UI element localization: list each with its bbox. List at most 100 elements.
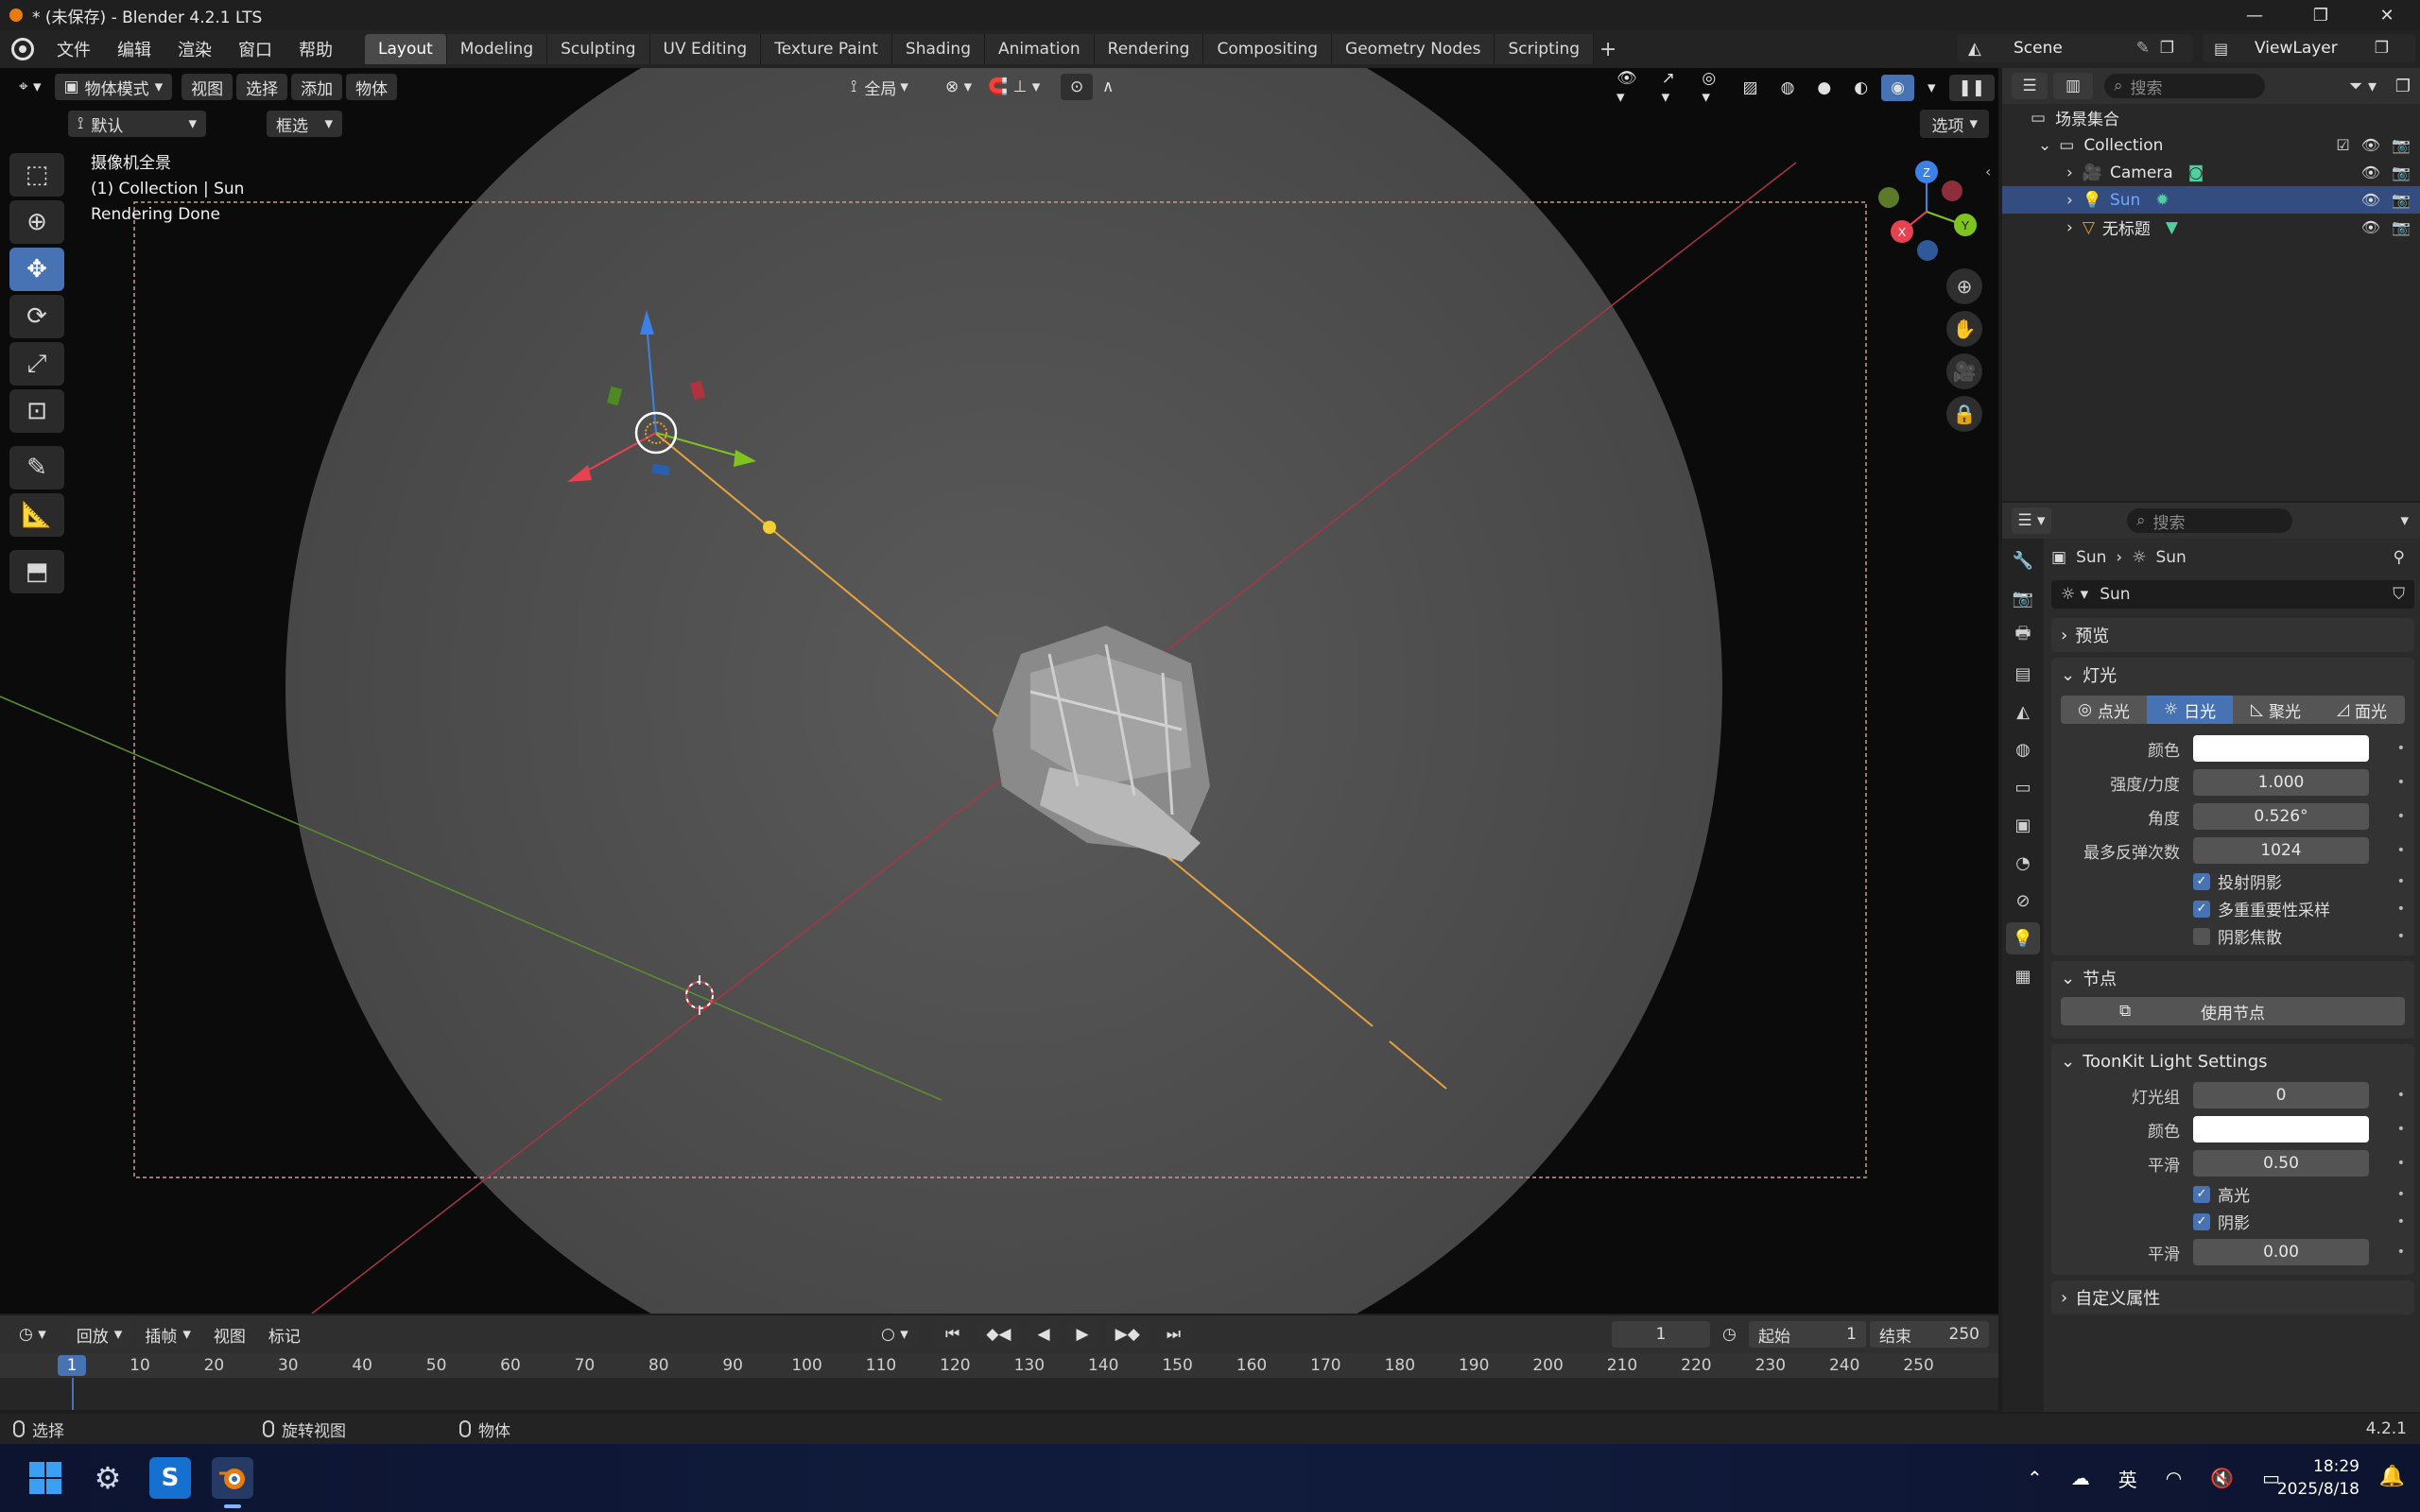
scene-selector[interactable]: ◭ Scene ✎ ❐: [1957, 34, 2193, 62]
minimize-button[interactable]: —: [2221, 0, 2288, 30]
keyframe-dot-icon[interactable]: •: [2397, 775, 2405, 790]
menu-window[interactable]: 窗口: [225, 37, 285, 61]
light-angle-field[interactable]: 0.526°: [2193, 803, 2369, 830]
light-color-field[interactable]: [2193, 735, 2369, 762]
view-layer-tab-icon[interactable]: ▤: [2006, 658, 2040, 690]
select-mode-selector[interactable]: 框选 ▾: [267, 111, 342, 137]
sun-target-handle[interactable]: [763, 521, 776, 534]
nodes-panel-header[interactable]: ⌄ 节点: [2051, 961, 2414, 995]
orientation-selector[interactable]: ⟟ 默认 ▾: [68, 111, 206, 137]
keying-menu[interactable]: 插帧 ▾: [135, 1321, 200, 1348]
add-workspace-button[interactable]: +: [1594, 34, 1622, 64]
tab-rendering[interactable]: Rendering: [1094, 34, 1204, 64]
new-viewlayer-icon[interactable]: ❐: [2375, 39, 2389, 58]
gizmo-toggle-icon[interactable]: ↗ ▾: [1652, 69, 1689, 107]
menu-help[interactable]: 帮助: [285, 37, 346, 61]
tab-scripting[interactable]: Scripting: [1495, 34, 1595, 64]
properties-search[interactable]: ⌕ 搜索: [2127, 508, 2292, 533]
blender-menu-icon[interactable]: [11, 38, 34, 60]
scene-tab-icon[interactable]: ◭: [2006, 696, 2040, 728]
eye-icon[interactable]: 👁: [2361, 136, 2380, 154]
annotate-tool-icon[interactable]: ✎: [9, 446, 64, 490]
max-bounces-field[interactable]: 1024: [2193, 837, 2369, 864]
cast-shadow-checkbox[interactable]: ✓ 投射阴影 •: [2051, 868, 2414, 895]
options-button[interactable]: 选项 ▾: [1920, 110, 1989, 138]
jump-end-icon[interactable]: ⏭: [1156, 1321, 1191, 1348]
maximize-button[interactable]: ❐: [2288, 0, 2354, 30]
system-clock[interactable]: 18:29 2025/8/18: [2277, 1455, 2360, 1501]
outliner-editor-icon[interactable]: ☰: [2012, 73, 2048, 99]
outliner-search[interactable]: ⌕ 搜索: [2104, 74, 2265, 98]
current-frame-field[interactable]: 1: [1612, 1321, 1710, 1348]
keyframe-dot-icon[interactable]: •: [2397, 874, 2405, 889]
end-frame-field[interactable]: 结束 250: [1870, 1321, 1989, 1348]
tab-modeling[interactable]: Modeling: [446, 34, 548, 64]
snap-icon[interactable]: 🧲 ⊥ ▾: [978, 74, 1049, 100]
xray-icon[interactable]: ▨: [1734, 75, 1768, 101]
keyframe-dot-icon[interactable]: •: [2397, 809, 2405, 824]
notification-bell-icon[interactable]: 🔔: [2379, 1465, 2405, 1488]
texture-tab-icon[interactable]: ▦: [2006, 960, 2040, 992]
highlight-checkbox[interactable]: ✓ 高光 •: [2051, 1180, 2414, 1208]
output-tab-icon[interactable]: 🖶: [2006, 620, 2040, 652]
render-camera-icon[interactable]: 📷: [2392, 163, 2411, 181]
render-tab-icon[interactable]: 📷: [2006, 582, 2040, 614]
use-nodes-button[interactable]: ⧉ 使用节点: [2061, 997, 2405, 1025]
shading-rendered-icon[interactable]: ◉: [1881, 75, 1914, 101]
pin-icon[interactable]: ✎: [2136, 39, 2150, 58]
pause-render-icon[interactable]: ❚❚: [1948, 75, 1995, 101]
mode-selector[interactable]: ▣ 物体模式 ▾: [54, 74, 173, 100]
menu-add[interactable]: 添加: [291, 74, 343, 100]
playback-menu[interactable]: 回放 ▾: [66, 1321, 132, 1348]
toonkit-smooth2-field[interactable]: 0.00: [2193, 1239, 2369, 1265]
viewlayer-selector[interactable]: ▤ ViewLayer ❐: [2203, 34, 2415, 62]
tab-sculpting[interactable]: Sculpting: [547, 34, 650, 64]
playhead[interactable]: [72, 1378, 74, 1410]
menu-edit[interactable]: 编辑: [104, 37, 164, 61]
menu-render[interactable]: 渲染: [164, 37, 225, 61]
3d-viewport[interactable]: Z Y X ⌖ ▾ ▣ 物体模式 ▾ 视图 选择 添加 物体 ⟟ 全局 ▾ ⊗ …: [0, 68, 1998, 1314]
current-frame-marker[interactable]: 1: [58, 1355, 86, 1376]
keyframe-dot-icon[interactable]: •: [2397, 1214, 2405, 1229]
blender-app-icon[interactable]: [212, 1457, 253, 1499]
render-camera-icon[interactable]: 📷: [2392, 136, 2411, 154]
rotate-tool-icon[interactable]: ⟳: [9, 295, 64, 338]
light-group-field[interactable]: 0: [2193, 1082, 2369, 1108]
auto-keying-icon[interactable]: ○ ▾: [872, 1321, 918, 1348]
display-mode-icon[interactable]: ▥: [2053, 73, 2093, 99]
toonkit-panel-header[interactable]: ⌄ ToonKit Light Settings: [2051, 1044, 2414, 1078]
settings-gear-icon[interactable]: ⚙: [87, 1457, 129, 1499]
shadow-checkbox[interactable]: ✓ 阴影 •: [2051, 1208, 2414, 1235]
keyframe-dot-icon[interactable]: •: [2397, 1245, 2405, 1260]
pan-hand-icon[interactable]: ✋: [1946, 311, 1982, 347]
pin-icon[interactable]: ⚲: [2394, 548, 2405, 567]
tab-geometry-nodes[interactable]: Geometry Nodes: [1332, 34, 1495, 64]
tab-layout[interactable]: Layout: [365, 34, 447, 64]
light-type-point[interactable]: ◎ 点光: [2061, 696, 2147, 724]
light-type-spot[interactable]: ◺ 聚光: [2233, 696, 2319, 724]
shading-solid-icon[interactable]: ●: [1807, 75, 1841, 101]
toonkit-color-field[interactable]: [2193, 1116, 2369, 1143]
new-scene-icon[interactable]: ❐: [2160, 39, 2174, 58]
light-datablock-selector[interactable]: ☼ ▾ Sun ⛉: [2051, 580, 2414, 609]
shading-material-icon[interactable]: ◐: [1844, 75, 1877, 101]
measure-tool-icon[interactable]: 📐: [9, 493, 64, 537]
wifi-icon[interactable]: ◠: [2166, 1467, 2182, 1489]
constraints-tab-icon[interactable]: ⊘: [2006, 885, 2040, 917]
light-strength-field[interactable]: 1.000: [2193, 769, 2369, 796]
outliner-item-mesh[interactable]: › ▽ 无标题 ▼ 👁 📷: [2002, 214, 2420, 241]
custom-properties-panel[interactable]: › 自定义属性: [2051, 1280, 2414, 1314]
toonkit-smooth-field[interactable]: 0.50: [2193, 1150, 2369, 1177]
exclude-checkbox-icon[interactable]: ☑: [2336, 136, 2349, 154]
light-panel-header[interactable]: ⌄ 灯光: [2051, 658, 2414, 692]
falloff-icon[interactable]: ∧: [1093, 74, 1123, 100]
tab-shading[interactable]: Shading: [891, 34, 985, 64]
light-type-sun[interactable]: ☼ 日光: [2147, 696, 2233, 724]
marker-menu[interactable]: 标记: [259, 1321, 310, 1348]
windows-start-icon[interactable]: [25, 1457, 66, 1499]
outliner-collection[interactable]: ⌄ ▭ Collection ☑ 👁 📷: [2002, 131, 2420, 159]
keyframe-dot-icon[interactable]: •: [2397, 1122, 2405, 1137]
navigation-gizmo[interactable]: Z Y X: [1878, 161, 1977, 261]
editor-type-icon[interactable]: ⌖ ▾: [9, 74, 51, 100]
new-collection-icon[interactable]: ❐: [2395, 77, 2411, 96]
